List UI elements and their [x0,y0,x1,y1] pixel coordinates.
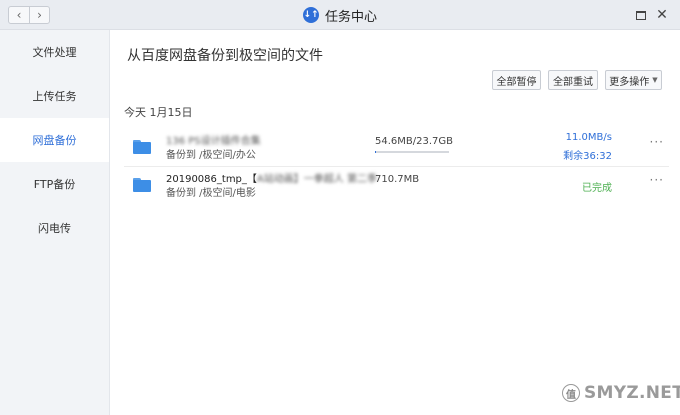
window-title: 任务中心 [324,9,377,25]
task-status: 已完成 [582,183,612,194]
task-time-remaining: 剩余36:32 [563,151,612,162]
date-group-label: 今天 1月15日 [124,106,193,119]
pause-all-button[interactable]: 全部暂停 [492,70,541,90]
task-row[interactable]: 20190086_tmp_【A站动画】一拳超人 第二季 备份到 /极空间/电影 … [124,167,669,205]
sidebar-item-ftp-backup[interactable]: FTP备份 [0,162,109,206]
watermark: 值 SMYZ.NET [562,383,680,403]
window-title-group: ↓↑ 任务中心 [0,0,680,30]
task-name: 20190086_tmp_【A站动画】一拳超人 第二季 [166,170,377,185]
sidebar-item-flash-transfer[interactable]: 闪电传 [0,206,109,250]
sidebar-item-upload-tasks[interactable]: 上传任务 [0,74,109,118]
forward-icon[interactable]: › [29,7,49,23]
app-logo-icon: ↓↑ [302,7,319,23]
folder-icon [133,178,151,192]
sidebar: 文件处理 上传任务 网盘备份 FTP备份 闪电传 [0,30,110,415]
back-icon[interactable]: ‹ [9,7,29,23]
close-icon[interactable]: ✕ [654,7,670,23]
task-destination: 备份到 /极空间/电影 [166,188,256,199]
task-more-icon[interactable]: ··· [650,135,664,149]
more-actions-button[interactable]: 更多操作 ▼ [605,70,662,90]
sidebar-item-file-processing[interactable]: 文件处理 [0,30,109,74]
sidebar-item-cloud-backup[interactable]: 网盘备份 [0,118,109,162]
nav-buttons: ‹ › [8,6,50,24]
retry-all-button[interactable]: 全部重试 [548,70,598,90]
task-speed: 11.0MB/s [565,132,612,143]
task-progress-bar [375,151,449,153]
title-bar: ‹ › ↓↑ 任务中心 ✕ [0,0,680,30]
task-size: 710.7MB [375,174,420,185]
task-destination: 备份到 /极空间/办公 [166,150,256,161]
main-panel: 从百度网盘备份到极空间的文件 全部暂停 全部重试 更多操作 ▼ 今天 1月15日… [110,30,680,415]
more-actions-label: 更多操作 [609,76,650,88]
watermark-text: SMYZ.NET [584,383,680,403]
page-title: 从百度网盘备份到极空间的文件 [127,48,323,64]
task-name: 136 PS设计插件合集 [166,136,261,147]
task-size: 54.6MB/23.7GB [375,136,453,147]
task-progress-fill [375,151,377,153]
task-more-icon[interactable]: ··· [650,173,664,187]
watermark-logo-icon: 值 [562,384,580,402]
maximize-icon[interactable] [633,7,649,23]
task-row[interactable]: 136 PS设计插件合集 备份到 /极空间/办公 54.6MB/23.7GB 1… [124,129,669,167]
chevron-down-icon: ▼ [652,76,658,84]
folder-icon [133,140,151,154]
